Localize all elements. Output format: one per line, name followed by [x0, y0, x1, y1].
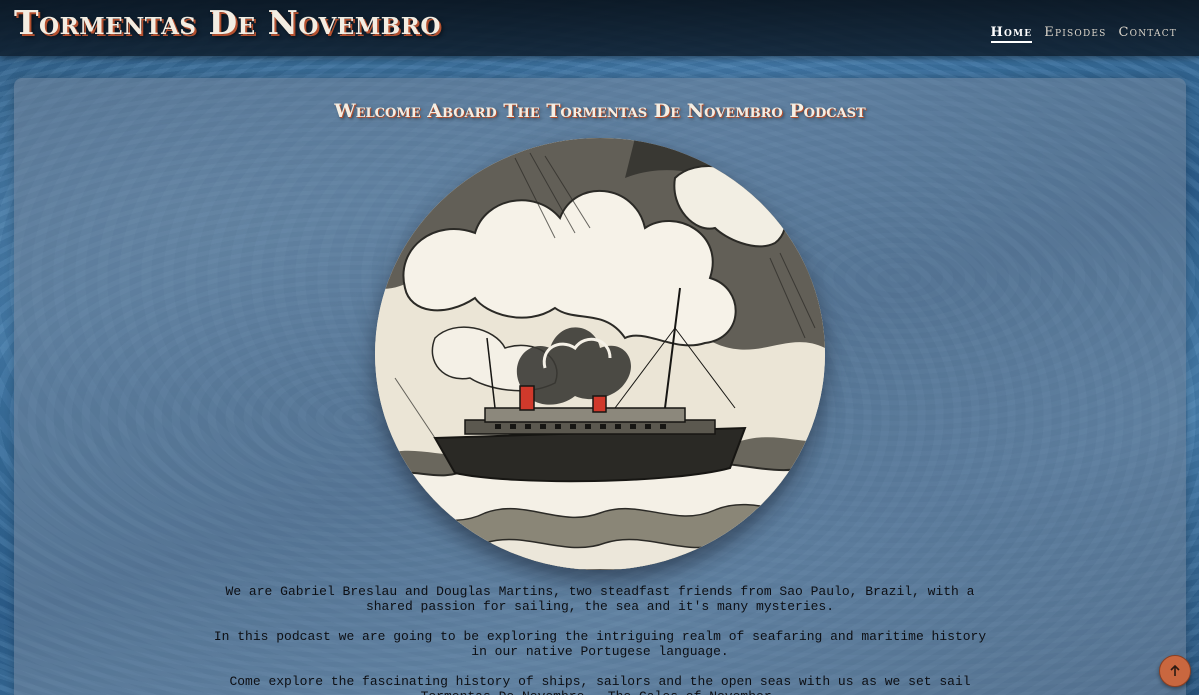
welcome-heading: Welcome Aboard The Tormentas De Novembro… — [334, 100, 866, 122]
nav-home[interactable]: Home — [990, 25, 1033, 43]
arrow-up-icon — [1170, 664, 1180, 676]
intro-paragraph: We are Gabriel Breslau and Douglas Marti… — [225, 584, 975, 614]
intro-text: We are Gabriel Breslau and Douglas Marti… — [204, 584, 996, 695]
content-card: Welcome Aboard The Tormentas De Novembro… — [14, 78, 1186, 695]
nav-contact[interactable]: Contact — [1119, 25, 1178, 43]
steamship-illustration — [375, 138, 825, 570]
intro-paragraph: Come explore the fascinating history of … — [229, 674, 971, 695]
main-nav: Home Episodes Contact — [990, 25, 1178, 43]
intro-paragraph: In this podcast we are going to be explo… — [213, 629, 987, 659]
top-navbar: Tormentas De Novembro Home Episodes Cont… — [0, 0, 1199, 56]
site-title[interactable]: Tormentas De Novembro — [14, 3, 441, 42]
nav-episodes[interactable]: Episodes — [1044, 25, 1106, 43]
back-to-top-button[interactable] — [1159, 655, 1191, 687]
